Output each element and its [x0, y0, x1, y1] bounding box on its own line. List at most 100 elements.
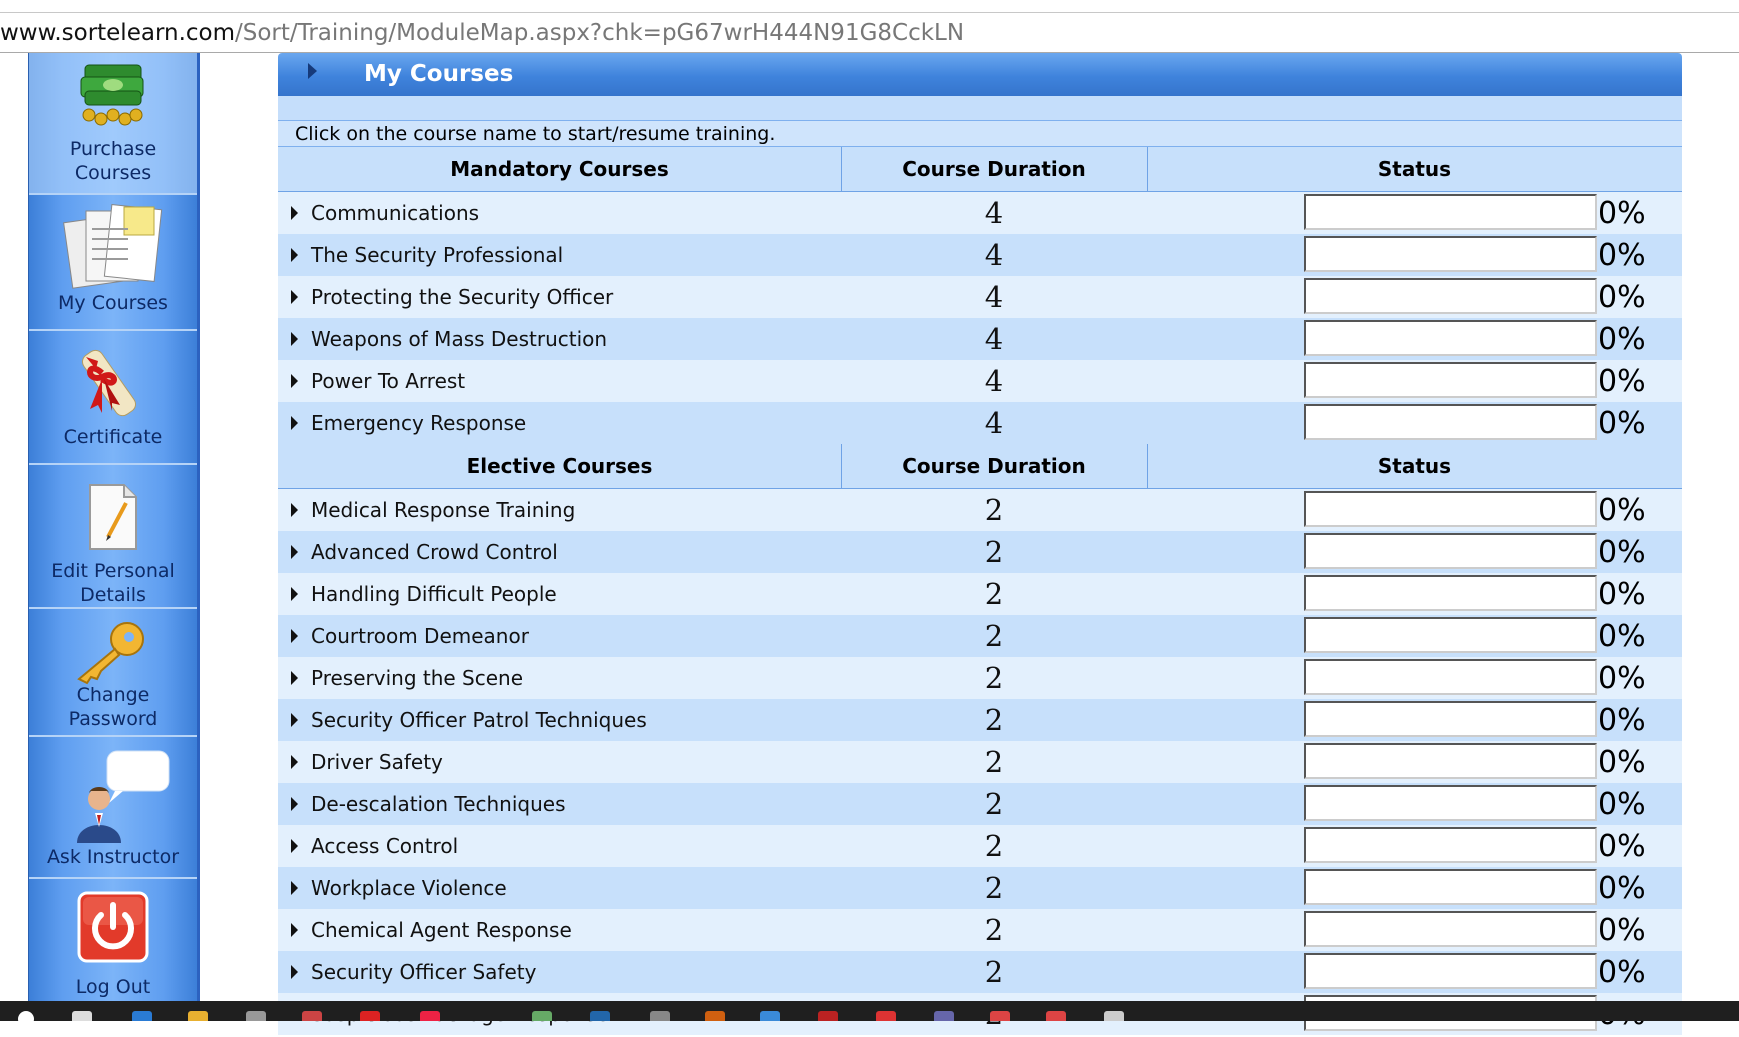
- sidebar-item-my-courses[interactable]: My Courses: [29, 195, 197, 331]
- app-icon[interactable]: [760, 1011, 780, 1021]
- app-icon[interactable]: [360, 1011, 380, 1021]
- progress-bar: [1304, 575, 1597, 611]
- expand-arrow-icon[interactable]: [291, 503, 298, 517]
- expand-arrow-icon[interactable]: [291, 671, 298, 685]
- app-icon[interactable]: [934, 1011, 954, 1021]
- course-duration: 2: [984, 787, 1004, 821]
- app-icon[interactable]: [590, 1011, 610, 1021]
- expand-arrow-icon[interactable]: [291, 965, 298, 979]
- progress-percent: 0%: [1598, 619, 1646, 654]
- course-name-link[interactable]: Chemical Agent Response: [311, 909, 572, 951]
- expand-arrow-icon[interactable]: [291, 713, 298, 727]
- course-name-link[interactable]: Driver Safety: [311, 741, 443, 783]
- progress-percent: 0%: [1598, 955, 1646, 990]
- course-duration: 2: [984, 745, 1004, 779]
- sidebar-item-certificate[interactable]: Certificate: [29, 331, 197, 465]
- course-duration: 2: [984, 913, 1004, 947]
- course-name-link[interactable]: Handling Difficult People: [311, 573, 557, 615]
- expand-arrow-icon[interactable]: [291, 881, 298, 895]
- expand-arrow-icon[interactable]: [291, 839, 298, 853]
- expand-arrow-icon[interactable]: [291, 332, 298, 346]
- progress-bar: [1304, 320, 1597, 356]
- course-duration: 2: [984, 703, 1004, 737]
- app-icon[interactable]: [1104, 1011, 1124, 1021]
- course-name-link[interactable]: Medical Response Training: [311, 489, 575, 531]
- edge-browser-icon[interactable]: [132, 1011, 152, 1021]
- app-icon[interactable]: [650, 1011, 670, 1021]
- course-name-link[interactable]: Courtroom Demeanor: [311, 615, 529, 657]
- instructor-chat-icon: [29, 747, 197, 847]
- progress-percent: 0%: [1598, 787, 1646, 822]
- course-name-link[interactable]: De-escalation Techniques: [311, 783, 566, 825]
- app-icon[interactable]: [990, 1011, 1010, 1021]
- progress-percent: 0%: [1598, 280, 1646, 315]
- expand-arrow-icon[interactable]: [291, 755, 298, 769]
- progress-bar: [1304, 659, 1597, 695]
- expand-arrow-icon[interactable]: [291, 545, 298, 559]
- expand-arrow-icon[interactable]: [291, 290, 298, 304]
- course-row: Security Officer Patrol Techniques 2 0%: [278, 699, 1682, 741]
- task-view-icon[interactable]: [72, 1011, 92, 1021]
- course-name-link[interactable]: Emergency Response: [311, 402, 526, 444]
- expand-arrow-icon[interactable]: [291, 923, 298, 937]
- expand-arrow-icon[interactable]: [291, 797, 298, 811]
- store-icon[interactable]: [246, 1011, 266, 1021]
- app-icon[interactable]: [1046, 1011, 1066, 1021]
- start-icon[interactable]: [18, 1011, 34, 1021]
- course-name-link[interactable]: Preserving the Scene: [311, 657, 523, 699]
- course-name-link[interactable]: Advanced Crowd Control: [311, 531, 558, 573]
- address-bar[interactable]: www.sortelearn.com/Sort/Training/ModuleM…: [0, 14, 1739, 53]
- course-duration: 4: [984, 196, 1004, 230]
- sidebar-item-purchase-courses[interactable]: Purchase Courses: [29, 53, 197, 195]
- app-icon[interactable]: [705, 1011, 725, 1021]
- course-name-link[interactable]: Workplace Violence: [311, 867, 507, 909]
- course-row: Workplace Violence 2 0%: [278, 867, 1682, 909]
- course-row: De-escalation Techniques 2 0%: [278, 783, 1682, 825]
- progress-percent: 0%: [1598, 913, 1646, 948]
- app-icon[interactable]: [818, 1011, 838, 1021]
- os-taskbar: [0, 1001, 1739, 1021]
- progress-bar: [1304, 194, 1597, 230]
- expand-arrow-icon[interactable]: [291, 248, 298, 262]
- elective-table-header: Elective Courses Course Duration Status: [278, 444, 1682, 489]
- progress-bar: [1304, 491, 1597, 527]
- app-icon[interactable]: [532, 1011, 552, 1021]
- sidebar-item-log-out[interactable]: Log Out: [29, 879, 197, 1021]
- progress-percent: 0%: [1598, 322, 1646, 357]
- sidebar-item-change-password[interactable]: Change Password: [29, 609, 197, 737]
- course-duration-header: Course Duration: [841, 147, 1148, 191]
- course-row: Protecting the Security Officer 4 0%: [278, 276, 1682, 318]
- browser-top-strip: [0, 0, 1739, 13]
- chrome-icon[interactable]: [420, 1011, 440, 1021]
- mandatory-table-header: Mandatory Courses Course Duration Status: [278, 147, 1682, 192]
- course-row: Emergency Response 4 0%: [278, 402, 1682, 444]
- course-name-link[interactable]: The Security Professional: [311, 234, 563, 276]
- app-icon[interactable]: [876, 1011, 896, 1021]
- file-explorer-icon[interactable]: [188, 1011, 208, 1021]
- sidebar-item-ask-instructor[interactable]: Ask Instructor: [29, 737, 197, 879]
- course-name-link[interactable]: Communications: [311, 192, 479, 234]
- expand-arrow-icon[interactable]: [291, 374, 298, 388]
- collapse-arrow-icon[interactable]: [308, 63, 317, 79]
- course-name-link[interactable]: Protecting the Security Officer: [311, 276, 613, 318]
- sidebar-item-label: Log Out: [75, 976, 151, 998]
- course-duration: 2: [984, 535, 1004, 569]
- course-name-link[interactable]: Security Officer Patrol Techniques: [311, 699, 647, 741]
- course-name-link[interactable]: Security Officer Safety: [311, 951, 536, 993]
- progress-percent: 0%: [1598, 493, 1646, 528]
- app-icon[interactable]: [302, 1011, 322, 1021]
- course-name-link[interactable]: Weapons of Mass Destruction: [311, 318, 607, 360]
- expand-arrow-icon[interactable]: [291, 587, 298, 601]
- course-name-link[interactable]: Access Control: [311, 825, 458, 867]
- course-duration: 4: [984, 406, 1004, 440]
- sidebar-nav: Purchase Courses My Courses Certificate …: [28, 53, 200, 1021]
- progress-bar: [1304, 827, 1597, 863]
- expand-arrow-icon[interactable]: [291, 416, 298, 430]
- course-name-link[interactable]: Power To Arrest: [311, 360, 465, 402]
- sidebar-item-label: Ask Instructor: [46, 846, 180, 868]
- course-row: The Security Professional 4 0%: [278, 234, 1682, 276]
- expand-arrow-icon[interactable]: [291, 206, 298, 220]
- sidebar-item-edit-personal-details[interactable]: Edit Personal Details: [29, 465, 197, 609]
- expand-arrow-icon[interactable]: [291, 629, 298, 643]
- course-duration: 4: [984, 364, 1004, 398]
